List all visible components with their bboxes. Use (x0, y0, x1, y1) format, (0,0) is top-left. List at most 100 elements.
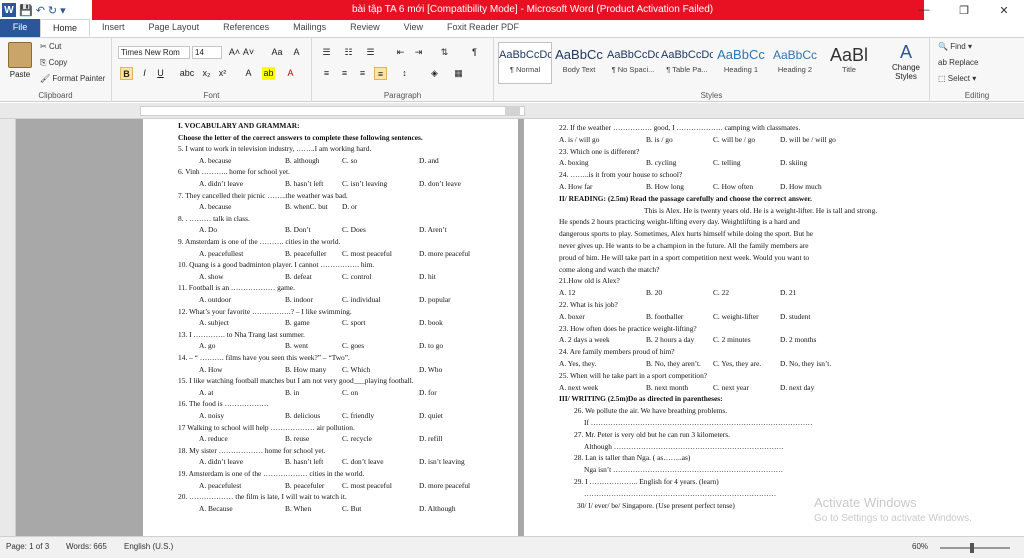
multilevel-list-button[interactable]: ☰ (364, 46, 377, 59)
page-count[interactable]: Page: 1 of 3 (6, 542, 49, 551)
align-right-button[interactable]: ≡ (356, 67, 369, 80)
text-effects-button[interactable]: A (242, 67, 255, 80)
change-styles-label: Change Styles (891, 63, 921, 81)
font-size-select[interactable]: 14 (192, 46, 222, 59)
restore-button[interactable]: ❐ (944, 0, 984, 20)
subscript-button[interactable]: x₂ (200, 67, 213, 80)
zoom-slider-knob[interactable] (970, 543, 974, 553)
line-spacing-button[interactable]: ↕ (398, 67, 411, 80)
bullets-button[interactable]: ☰ (320, 46, 333, 59)
document-page-1[interactable]: I. VOCABULARY AND GRAMMAR: Choose the let… (143, 119, 518, 536)
numbering-button[interactable]: ☷ (342, 46, 355, 59)
answer-option: D. No, they isn’t. (780, 359, 832, 368)
shading-button[interactable]: ◈ (428, 67, 441, 80)
decrease-indent-button[interactable]: ⇤ (394, 46, 407, 59)
strikethrough-button[interactable]: abc (178, 67, 196, 80)
font-name-select[interactable]: Times New Rom (118, 46, 190, 59)
select-button[interactable]: ⬚ Select ▾ (938, 74, 976, 83)
format-painter-button[interactable]: 🖌 Format Painter (40, 74, 105, 83)
save-icon[interactable]: 💾 (19, 4, 33, 17)
answer-option: A. Yes, they. (559, 359, 597, 368)
answer-option: C. sport (342, 318, 366, 328)
font-label: Font (203, 91, 220, 100)
sort-button[interactable]: ⇅ (438, 46, 451, 59)
answer-option: A. reduce (199, 434, 228, 444)
increase-indent-button[interactable]: ⇥ (412, 46, 425, 59)
change-case-button[interactable]: Aa (268, 46, 286, 59)
tab-mailings[interactable]: Mailings (281, 19, 338, 37)
change-styles-button[interactable]: A Change Styles (886, 42, 926, 81)
tab-references[interactable]: References (211, 19, 281, 37)
horizontal-ruler[interactable] (0, 103, 1024, 119)
ruler-text-area (140, 106, 525, 116)
cut-button[interactable]: ✂ Cut (40, 42, 61, 51)
copy-button[interactable]: ⎘ Copy (40, 58, 67, 68)
paste-button[interactable]: Paste (6, 42, 34, 79)
redo-icon[interactable]: ↻ (48, 4, 57, 17)
style-heading-1[interactable]: AaBbCc Heading 1 (714, 42, 768, 84)
answer-option: D. skiing (780, 158, 808, 168)
close-button[interactable]: ✕ (984, 0, 1024, 20)
answer-option: B. in (285, 387, 300, 397)
answer-option: A. didn’t leave (199, 457, 243, 467)
zoom-level[interactable]: 60% (912, 542, 928, 551)
tab-review[interactable]: Review (338, 19, 392, 37)
borders-button[interactable]: ▦ (452, 67, 465, 80)
tab-file[interactable]: File (0, 19, 40, 37)
style-heading-2[interactable]: AaBbCc Heading 2 (768, 42, 822, 84)
style-title[interactable]: AaBl Title (822, 42, 876, 84)
bold-button[interactable]: B (120, 67, 133, 80)
styles-group: AaBbCcDc ¶ Normal AaBbCc Body Text AaBbCcD… (494, 38, 930, 102)
italic-button[interactable]: I (138, 67, 151, 80)
justify-button[interactable]: ≡ (374, 67, 387, 80)
clear-formatting-button[interactable]: A (290, 46, 303, 59)
document-page-2[interactable]: Activate Windows Go to Settings to activ… (524, 119, 1024, 536)
underline-button[interactable]: U (154, 67, 167, 80)
font-color-button[interactable]: A (284, 67, 297, 80)
word-count[interactable]: Words: 665 (66, 542, 107, 551)
minimize-button[interactable]: — (904, 0, 944, 20)
align-left-button[interactable]: ≡ (320, 67, 333, 80)
replace-button[interactable]: ab Replace (938, 58, 978, 67)
answer-option: B. 20 (646, 288, 663, 298)
style-table-paragraph[interactable]: AaBbCcDc ¶ Table Pa... (660, 42, 714, 84)
vertical-ruler[interactable] (0, 119, 16, 536)
answer-option: D. quiet (419, 411, 443, 420)
clipboard-group: Paste ✂ Cut ⎘ Copy 🖌 Format Painter Clip… (0, 38, 112, 102)
find-button[interactable]: 🔍 Find ▾ (938, 42, 972, 51)
answer-option: B. How many (285, 364, 327, 374)
tab-insert[interactable]: Insert (90, 19, 137, 37)
language[interactable]: English (U.S.) (124, 542, 173, 551)
answer-option: D. refill (419, 434, 443, 444)
document-line: Although …………………………………………………………… (584, 441, 784, 451)
tab-foxit-reader-pdf[interactable]: Foxit Reader PDF (435, 19, 531, 37)
customize-qat-icon[interactable]: ▾ (60, 4, 66, 17)
undo-icon[interactable]: ↶ (36, 4, 45, 17)
style-body-text[interactable]: AaBbCc Body Text (552, 42, 606, 84)
answer-option: B. No, they aren’t. (646, 359, 701, 368)
style-normal[interactable]: AaBbCcDc ¶ Normal (498, 42, 552, 84)
answer-option: A. because (199, 155, 232, 165)
show-marks-button[interactable]: ¶ (468, 46, 481, 59)
zoom-slider[interactable] (940, 543, 1010, 553)
tab-page-layout[interactable]: Page Layout (137, 19, 212, 37)
document-line: 6. Vinh ……….. home for school yet. (178, 167, 290, 177)
document-line: 7. They cancelled their picnic ……..the w… (178, 190, 348, 200)
ruler-margin (505, 106, 520, 116)
document-line: 10. Quang is a good badminton player. I … (178, 260, 375, 270)
shrink-font-button[interactable]: A˅ (242, 46, 255, 59)
document-line: 15. I like watching football matches but… (178, 376, 414, 386)
answer-option: C. isn’t leaving (342, 179, 388, 188)
style-no-spacing[interactable]: AaBbCcDc ¶ No Spaci... (606, 42, 660, 84)
highlight-button[interactable]: ab (262, 67, 275, 80)
tab-view[interactable]: View (392, 19, 435, 37)
tab-home[interactable]: Home (40, 19, 91, 37)
word-logo-icon[interactable]: W (2, 3, 16, 17)
answer-option: A. noisy (199, 411, 225, 420)
document-line: 11. Football is an ……………… game. (178, 283, 295, 293)
style-name: ¶ Table Pa... (666, 65, 708, 74)
grow-font-button[interactable]: A˄ (228, 46, 241, 59)
superscript-button[interactable]: x² (216, 67, 229, 80)
align-center-button[interactable]: ≡ (338, 67, 351, 80)
answer-option: B. went (285, 341, 308, 351)
